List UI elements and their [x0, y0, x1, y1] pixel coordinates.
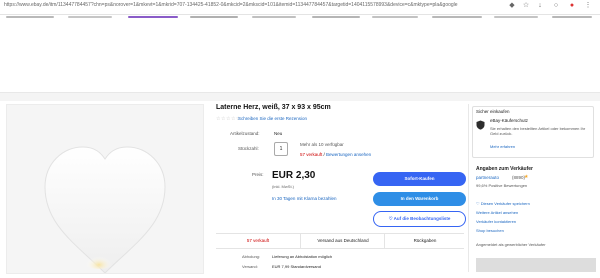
protection-title: Sicher einkaufen [476, 109, 510, 114]
contact-seller-link[interactable]: Verkäufer kontaktieren [476, 219, 516, 224]
column-divider [468, 104, 469, 272]
seller-type-note: Angemeldet als gewerblicher Verkäufer [476, 242, 546, 247]
info-sold: 57 verkauft [246, 238, 270, 243]
shield-icon [476, 120, 485, 130]
banner-segment [68, 16, 112, 18]
info-returns: Rückgaben [384, 234, 465, 248]
banner-segment [190, 16, 238, 18]
quantity-label: Stückzahl: [238, 146, 259, 151]
related-thumbnails[interactable] [476, 258, 596, 272]
condition-label: Artikelzustand: [230, 131, 260, 136]
top-banner-strip [0, 14, 600, 20]
shipping-value: EUR 7,99 Standardversand [272, 264, 321, 269]
protection-more-link[interactable]: Mehr erfahren [490, 144, 515, 149]
info-bar: 57 verkauft Versand aus Deutschland Rück… [216, 233, 464, 249]
banner-segment [552, 16, 592, 18]
bookmark-icon[interactable]: ☆ [522, 2, 530, 10]
protection-text: Sie erhalten den bestellten Artikel oder… [490, 126, 586, 136]
url-text[interactable]: https://www.ebay.de/itm/113447784457?chn… [4, 2, 504, 8]
watchlist-button[interactable]: ♡ Auf die Beobachtungsliste [373, 211, 466, 227]
pickup-value: Lieferung an Abholstation möglich [272, 254, 333, 259]
banner-segment [312, 16, 360, 18]
sold-row: 57 verkauft / Bewertungen ansehen [300, 152, 371, 157]
profile-icon[interactable]: ● [568, 2, 576, 10]
add-to-cart-button[interactable]: In den Warenkorb [373, 192, 466, 206]
banner-segment [6, 16, 54, 18]
sync-icon[interactable]: ○ [552, 2, 560, 10]
condition-value: Neu [274, 131, 283, 136]
save-seller-link[interactable]: ♡ Diesen Verkäufer speichern [476, 201, 530, 206]
availability-text: Mehr als 10 verfügbar [300, 142, 344, 147]
product-title: Laterne Herz, weiß, 37 x 93 x 95cm [216, 104, 331, 111]
other-items-link[interactable]: Weitere Artikel ansehen [476, 210, 518, 215]
banner-segment [252, 16, 296, 18]
visit-shop-link[interactable]: Shop besuchen [476, 228, 504, 233]
price-label: Preis: [252, 172, 264, 177]
seller-positive-rating: 99,6% Positive Bewertungen [476, 183, 528, 188]
banner-segment [128, 16, 178, 18]
product-image[interactable] [6, 104, 204, 274]
pickup-label: Abholung: [242, 254, 261, 259]
menu-icon[interactable]: ⋮ [584, 2, 592, 10]
banner-segment [494, 16, 538, 18]
banner-segment [432, 16, 482, 18]
price-vat-note: (inkl. MwSt.) [272, 184, 294, 189]
extension-icon[interactable]: ◆ [508, 2, 516, 10]
price-value: EUR 2,30 [272, 170, 316, 181]
shipping-label: Versand: [242, 264, 258, 269]
seller-name-link[interactable]: partnerauto [476, 175, 499, 180]
write-review-link[interactable]: Schreiben Sie die erste Rezension [238, 116, 307, 121]
buy-now-button[interactable]: Sofort-Kaufen [373, 172, 466, 186]
seller-section-title: Angaben zum Verkäufer [476, 166, 533, 172]
quantity-input[interactable]: 1 [274, 142, 288, 156]
klarna-link[interactable]: In 30 Tagen mit Klarna bezahlen [272, 196, 336, 201]
seller-star-icon: ★ [524, 174, 529, 180]
info-shipping: Versand aus Deutschland [300, 234, 385, 248]
section-divider [0, 92, 600, 101]
sold-count: 57 verkauft [300, 152, 323, 157]
protection-heading: eBay-Käuferschutz [490, 118, 529, 123]
download-icon[interactable]: ↓ [536, 2, 544, 10]
banner-segment [372, 16, 418, 18]
save-seller-label: Diesen Verkäufer speichern [480, 201, 530, 206]
heart-lantern-image [44, 146, 166, 274]
ratings-link[interactable]: Bewertungen ansehen [326, 152, 371, 157]
